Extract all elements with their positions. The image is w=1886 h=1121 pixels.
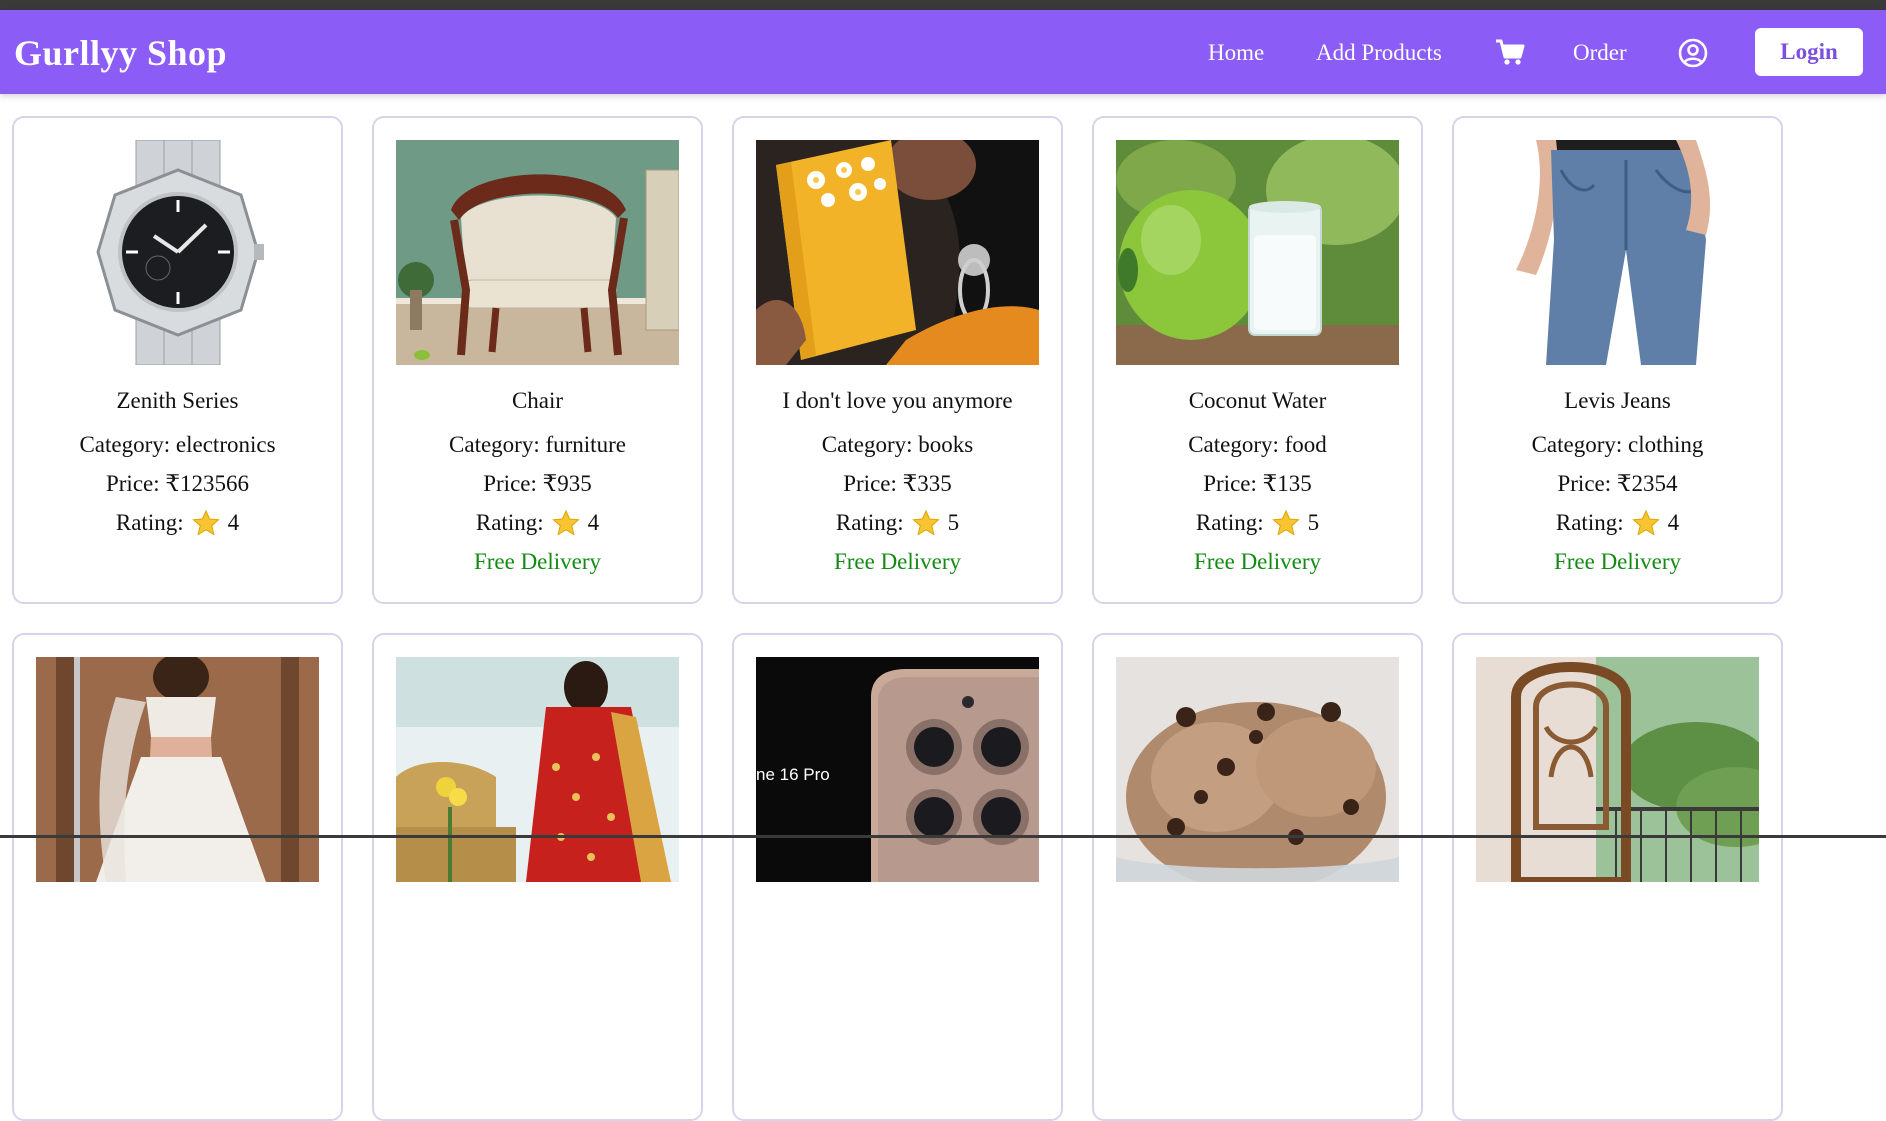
product-card[interactable] — [1092, 633, 1423, 1121]
rating-label: Rating: — [835, 510, 904, 535]
star-icon — [191, 509, 220, 537]
rating-value: 4 — [227, 510, 240, 535]
product-card[interactable]: I don't love you anymore Category: books… — [732, 116, 1063, 604]
free-delivery-label: Free Delivery — [473, 549, 602, 574]
rating-value: 4 — [1667, 510, 1680, 535]
navbar: Gurllyy Shop Home Add Products Order Log… — [0, 10, 1886, 94]
product-card[interactable]: Chair Category: furniture Price: ₹935 Ra… — [372, 116, 703, 604]
nav-home-link[interactable]: Home — [1208, 40, 1264, 66]
product-image-watch — [36, 140, 319, 365]
product-card[interactable]: Zenith Series Category: electronics Pric… — [12, 116, 343, 604]
product-price: Price: ₹335 — [843, 471, 952, 496]
product-image-phone: ne 16 Pro — [756, 657, 1039, 882]
nav-add-products-link[interactable]: Add Products — [1316, 40, 1442, 66]
free-delivery-label: Free Delivery — [833, 549, 962, 574]
product-image-coconut — [1116, 140, 1399, 365]
user-circle-icon[interactable] — [1678, 38, 1708, 73]
product-name: I don't love you anymore — [782, 388, 1013, 413]
product-rating: Rating: 5 — [1094, 508, 1421, 538]
product-category: Category: furniture — [449, 432, 626, 457]
product-grid: Zenith Series Category: electronics Pric… — [12, 116, 1812, 1121]
rating-label: Rating: — [115, 510, 184, 535]
product-card[interactable] — [372, 633, 703, 1121]
rating-value: 5 — [947, 510, 960, 535]
product-price: Price: ₹123566 — [105, 471, 250, 496]
star-icon — [1631, 509, 1660, 537]
cart-icon[interactable] — [1495, 38, 1525, 71]
product-category: Category: books — [821, 432, 974, 457]
free-delivery-label: Free Delivery — [1553, 549, 1682, 574]
product-price: Price: ₹935 — [483, 471, 592, 496]
free-delivery-label: Free Delivery — [1193, 549, 1322, 574]
nav-order-link[interactable]: Order — [1573, 40, 1627, 66]
product-card[interactable]: Levis Jeans Category: clothing Price: ₹2… — [1452, 116, 1783, 604]
product-rating: Rating: 4 — [1454, 508, 1781, 538]
brand-title[interactable]: Gurllyy Shop — [14, 32, 227, 74]
product-rating: Rating: 5 — [734, 508, 1061, 538]
product-rating: Rating: 4 — [14, 508, 341, 538]
product-card[interactable] — [12, 633, 343, 1121]
product-category: Category: electronics — [79, 432, 276, 457]
product-image-saree — [396, 657, 679, 882]
window-top-strip — [0, 0, 1886, 10]
star-icon — [1271, 509, 1300, 537]
rating-value: 5 — [1307, 510, 1320, 535]
rating-value: 4 — [587, 510, 600, 535]
rating-label: Rating: — [475, 510, 544, 535]
rating-label: Rating: — [1555, 510, 1624, 535]
phone-image-text: ne 16 Pro — [756, 765, 830, 784]
product-price: Price: ₹2354 — [1557, 471, 1678, 496]
product-image-book — [756, 140, 1039, 365]
product-card[interactable]: Coconut Water Category: food Price: ₹135… — [1092, 116, 1423, 604]
star-icon — [911, 509, 940, 537]
product-image-jeans — [1476, 140, 1759, 365]
product-name: Coconut Water — [1188, 388, 1327, 413]
login-button[interactable]: Login — [1755, 28, 1863, 76]
product-rating: Rating: 4 — [374, 508, 701, 538]
product-card[interactable]: ne 16 Pro — [732, 633, 1063, 1121]
product-image-chair — [396, 140, 679, 365]
product-price: Price: ₹135 — [1203, 471, 1312, 496]
product-name: Levis Jeans — [1564, 388, 1671, 413]
star-icon — [551, 509, 580, 537]
product-card[interactable] — [1452, 633, 1783, 1121]
rating-label: Rating: — [1195, 510, 1264, 535]
product-name: Zenith Series — [116, 388, 239, 413]
product-image-swing-chair — [1476, 657, 1759, 882]
product-name: Chair — [511, 388, 564, 413]
product-image-icecream — [1116, 657, 1399, 882]
product-image-lehenga — [36, 657, 319, 882]
product-category: Category: food — [1188, 432, 1327, 457]
product-category: Category: clothing — [1531, 432, 1704, 457]
